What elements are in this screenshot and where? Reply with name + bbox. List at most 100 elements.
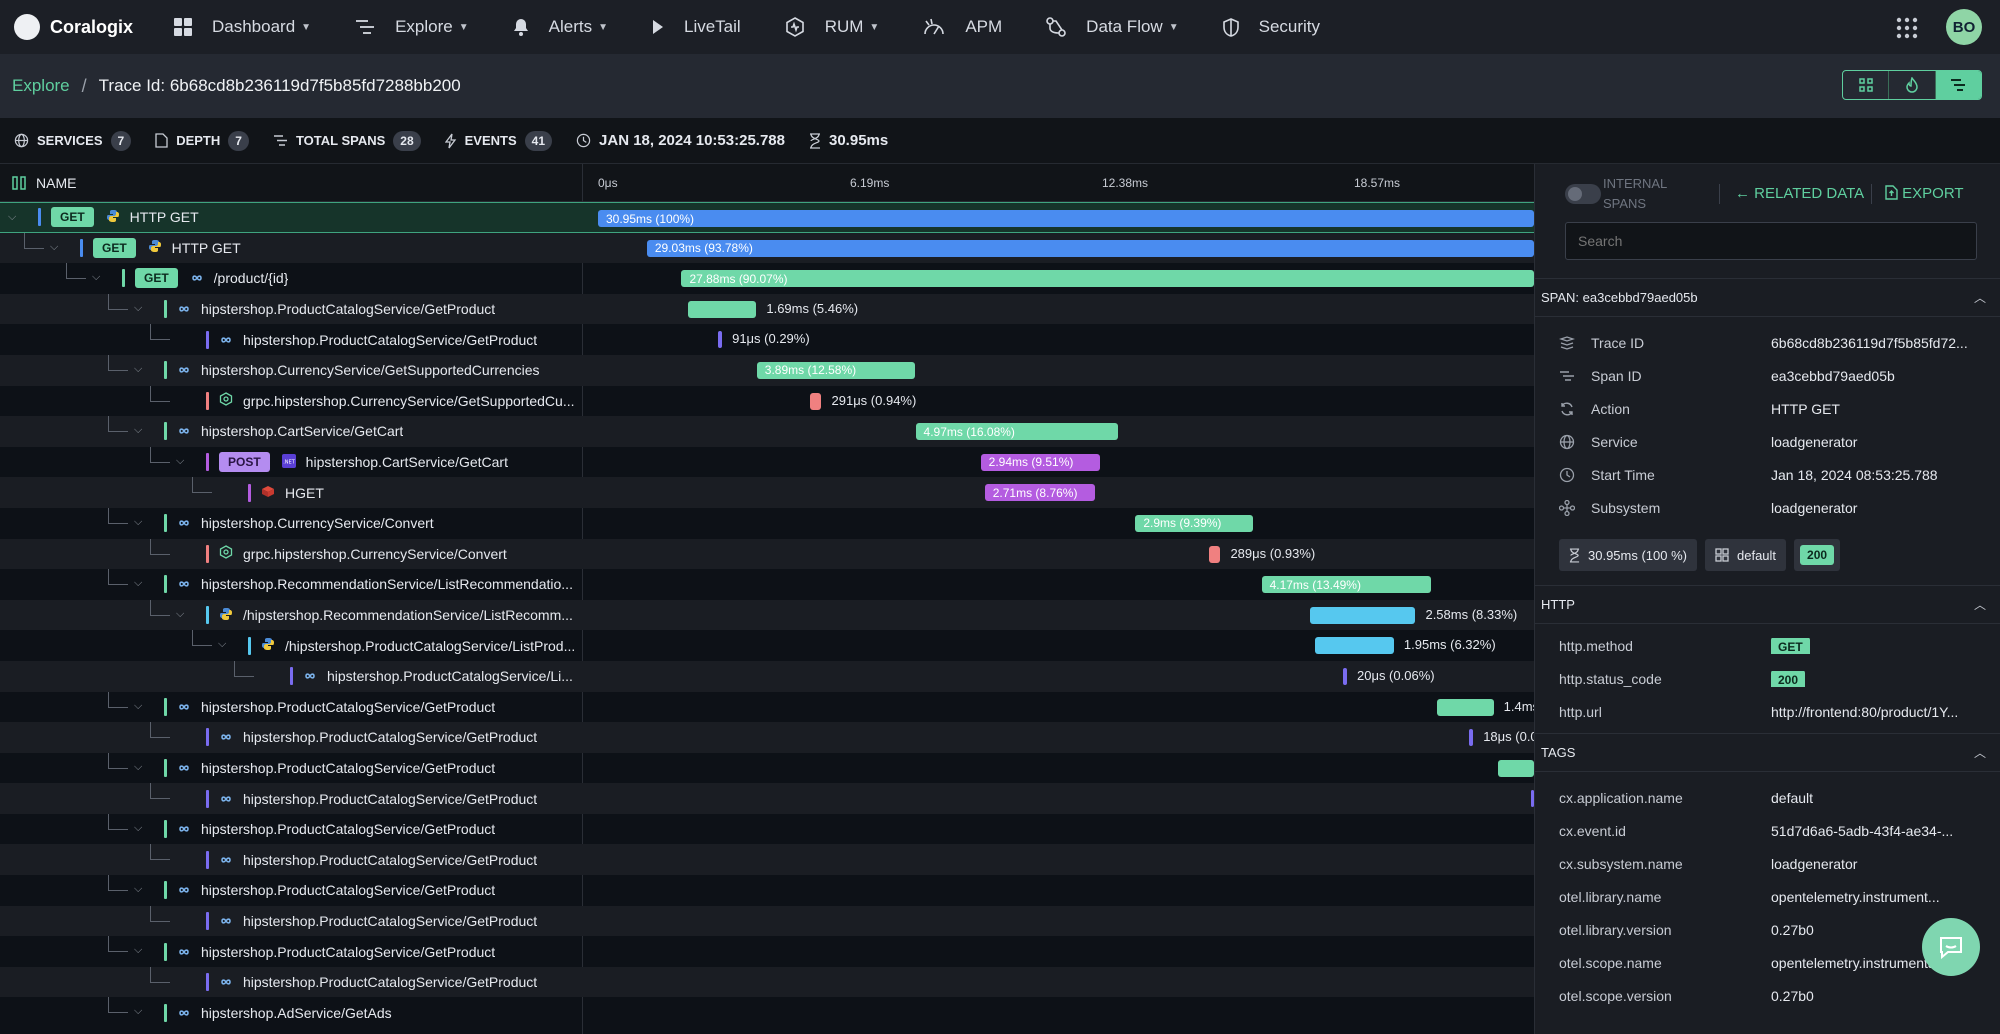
span-row[interactable]: ⌵ GET HTTP GET 30.95ms (100%) [0,202,1534,233]
span-duration-bar[interactable]: 4.97ms (16.08%) [915,423,1118,441]
span-duration-bar[interactable]: 3.89ms (12.58%) [756,361,916,379]
view-dependency-button[interactable] [1843,71,1890,99]
chevron-down-icon[interactable]: ⌵ [134,761,142,774]
span-row[interactable]: ⌵ /hipstershop.RecommendationService/List… [0,599,1534,631]
span-duration-bar[interactable] [1343,667,1347,685]
chevron-down-icon[interactable]: ⌵ [134,883,142,896]
chevron-down-icon[interactable]: ⌵ [134,302,142,315]
span-row[interactable]: ⌵ hipstershop.CartService/GetCart 4.97ms (… [0,416,1534,447]
span-row[interactable]: ⌵ hipstershop.ProductCatalogService/GetPr… [0,813,1534,845]
field-value[interactable]: loadgenerator [1771,500,1981,516]
span-duration-bar[interactable] [1208,545,1221,563]
span-row[interactable]: hipstershop.ProductCatalogService/GetPro… [0,966,1534,998]
tag-value[interactable]: 51d7d6a6-5adb-43f4-ae34-... [1771,823,1981,839]
chevron-up-icon[interactable]: ︿ [1974,744,1986,761]
coralogix-logo[interactable]: Coralogix [14,14,174,40]
tag-value[interactable]: loadgenerator [1771,856,1981,872]
nav-dashboard[interactable]: Dashboard ▼ [174,17,311,37]
chevron-down-icon[interactable]: ⌵ [176,455,184,468]
span-duration-bar[interactable]: 2.71ms (8.76%) [984,484,1096,502]
span-duration-bar[interactable] [687,300,757,318]
field-value[interactable]: Jan 18, 2024 08:53:25.788 [1771,467,1981,483]
span-row[interactable]: grpc.hipstershop.CurrencyService/Convert… [0,538,1534,570]
nav-apm[interactable]: APM [923,17,1002,37]
span-duration-bar[interactable]: 30.95ms (100%) [598,210,1534,227]
chevron-down-icon[interactable]: ⌵ [134,577,142,590]
span-row[interactable]: hipstershop.ProductCatalogService/GetPro… [0,905,1534,937]
chevron-down-icon[interactable]: ⌵ [218,638,226,651]
http-section-header[interactable]: HTTP ︿ [1535,586,2000,624]
nav-rum[interactable]: RUM ▼ [785,17,879,37]
span-duration-bar[interactable] [1497,759,1534,777]
chevron-down-icon[interactable]: ⌵ [134,1005,142,1018]
panel-search-input[interactable] [1565,222,1977,260]
span-row[interactable]: ⌵ hipstershop.ProductCatalogService/GetPr… [0,691,1534,723]
field-value[interactable]: ea3cebbd79aed05b [1771,368,1981,384]
span-row[interactable]: ⌵ hipstershop.ProductCatalogService/GetPr… [0,293,1534,325]
chevron-down-icon[interactable]: ⌵ [134,944,142,957]
span-section-header[interactable]: SPAN: ea3cebbd79aed05b ︿ [1535,279,2000,317]
span-row[interactable]: ⌵ POST .NET hipstershop.CartService/GetCart… [0,446,1534,478]
chevron-down-icon[interactable]: ⌵ [134,822,142,835]
internal-spans-toggle[interactable] [1565,184,1601,204]
span-row[interactable]: hipstershop.ProductCatalogService/GetPro… [0,722,1534,753]
span-duration-bar[interactable]: 27.88ms (90.07%) [681,270,1534,288]
tag-value[interactable]: opentelemetry.instrument... [1771,889,1981,905]
span-duration-bar[interactable] [809,392,822,410]
span-duration-bar[interactable] [1314,637,1394,655]
view-timeline-button[interactable] [1935,71,1981,99]
tag-value[interactable]: default [1771,790,1981,806]
span-row[interactable]: ⌵ hipstershop.ProductCatalogService/GetPr… [0,752,1534,784]
nav-data-flow[interactable]: Data Flow ▼ [1046,17,1179,37]
nav-security[interactable]: Security [1222,17,1320,37]
nav-livetail[interactable]: LiveTail [652,17,741,37]
span-duration-bar[interactable] [1469,729,1474,747]
nav-explore[interactable]: Explore ▼ [355,17,469,37]
span-row[interactable]: hipstershop.ProductCatalogService/GetPro… [0,324,1534,355]
span-duration-bar[interactable] [1310,606,1416,624]
export-button[interactable]: EXPORT [1885,185,1964,202]
field-value[interactable]: HTTP GET [1771,401,1981,417]
span-row[interactable]: grpc.hipstershop.CurrencyService/GetSupp… [0,385,1534,417]
nav-alerts[interactable]: Alerts ▼ [513,17,608,37]
chevron-down-icon[interactable]: ⌵ [92,271,100,284]
chevron-up-icon[interactable]: ︿ [1974,289,1986,306]
view-flame-button[interactable] [1889,71,1936,99]
chevron-down-icon[interactable]: ⌵ [134,516,142,529]
http-field-value[interactable]: GET [1771,638,1981,654]
span-row[interactable]: hipstershop.ProductCatalogService/Li... 2… [0,660,1534,692]
span-row[interactable]: ⌵ hipstershop.ProductCatalogService/GetPr… [0,875,1534,906]
http-field-value[interactable]: http://frontend:80/product/1Y... [1771,704,1981,720]
span-row[interactable]: ⌵ hipstershop.CurrencyService/GetSupporte… [0,354,1534,386]
chevron-down-icon[interactable]: ⌵ [134,424,142,437]
span-row[interactable]: ⌵ GET/product/{id} 27.88ms (90.07%) [0,263,1534,294]
user-avatar[interactable]: BO [1946,9,1982,45]
apps-grid-icon[interactable] [1896,17,1918,39]
span-duration-bar[interactable]: 4.17ms (13.49%) [1261,576,1432,594]
span-row[interactable]: HGET 2.71ms (8.76%) [0,477,1534,508]
span-row[interactable]: ⌵ GET HTTP GET 29.03ms (93.78%) [0,232,1534,264]
chevron-down-icon[interactable]: ⌵ [50,241,58,254]
field-value[interactable]: 6b68cd8b236119d7f5b85fd72... [1771,335,1981,351]
span-row[interactable]: ⌵ hipstershop.RecommendationService/ListR… [0,569,1534,600]
tags-section-header[interactable]: TAGS ︿ [1535,734,2000,772]
span-row[interactable]: ⌵ /hipstershop.ProductCatalogService/List… [0,630,1534,661]
span-duration-bar[interactable] [718,331,723,349]
related-data-button[interactable]: ← RELATED DATA [1735,185,1864,202]
chevron-down-icon[interactable]: ⌵ [134,363,142,376]
span-row[interactable]: hipstershop.ProductCatalogService/GetPro… [0,844,1534,876]
breadcrumb-explore-link[interactable]: Explore [12,76,70,96]
chevron-down-icon[interactable]: ⌵ [8,211,16,224]
chat-support-button[interactable] [1922,918,1980,976]
span-duration-bar[interactable]: 29.03ms (93.78%) [646,239,1534,257]
chevron-down-icon[interactable]: ⌵ [134,700,142,713]
span-row[interactable]: ⌵ hipstershop.CurrencyService/Convert 2.9m… [0,507,1534,539]
span-row[interactable]: ⌵ hipstershop.ProductCatalogService/GetPr… [0,936,1534,967]
span-row[interactable]: ⌵ hipstershop.AdService/GetAds [0,997,1534,1028]
columns-icon[interactable] [12,176,26,190]
chevron-up-icon[interactable]: ︿ [1974,596,1986,613]
span-duration-bar[interactable] [1436,698,1494,716]
span-duration-bar[interactable]: 2.9ms (9.39%) [1135,514,1254,532]
field-value[interactable]: loadgenerator [1771,434,1981,450]
span-duration-bar[interactable]: 2.94ms (9.51%) [980,453,1101,471]
